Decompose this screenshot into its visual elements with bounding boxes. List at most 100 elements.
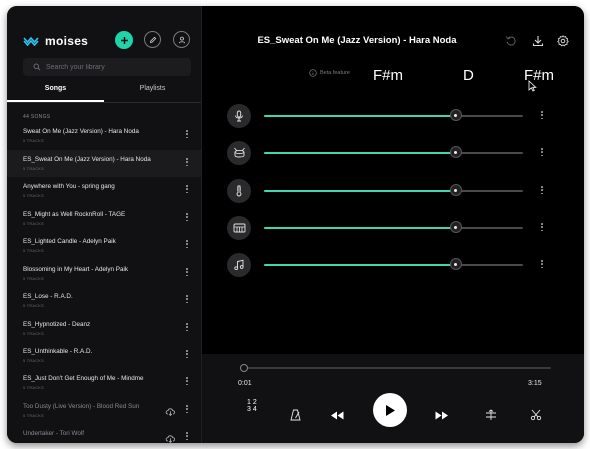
pencil-icon [149, 36, 156, 43]
track-row-bass [227, 179, 557, 205]
user-icon [178, 36, 185, 43]
more-options-icon[interactable] [185, 130, 189, 140]
rewind-icon[interactable] [330, 411, 344, 420]
search-input[interactable] [46, 63, 186, 71]
more-options-icon[interactable] [185, 432, 189, 442]
fast-forward-icon[interactable] [435, 411, 449, 420]
song-title: ES_Hypnotized - Deanz [23, 321, 91, 328]
more-options-icon[interactable] [185, 240, 189, 250]
plus-icon [120, 36, 128, 44]
more-options-icon[interactable] [540, 186, 544, 196]
pitch-adjust-icon[interactable] [485, 409, 497, 421]
volume-fill [264, 190, 456, 192]
volume-fill [264, 152, 456, 154]
bass-guitar-icon[interactable] [227, 179, 251, 203]
more-options-icon[interactable] [185, 323, 189, 333]
more-options-icon[interactable] [185, 213, 189, 223]
beta-feature-badge: Beta feature [309, 69, 350, 77]
info-icon [309, 69, 317, 77]
drum-icon[interactable] [227, 141, 251, 165]
song-count: 44 SONGS [23, 114, 51, 120]
song-list-item[interactable]: Sweat On Me (Jazz Version) - Hara Noda 5… [7, 122, 201, 149]
count-in-button[interactable]: 1 2 3 4 [247, 399, 257, 413]
song-title-heading: ES_Sweat On Me (Jazz Version) - Hara Nod… [257, 35, 457, 46]
count-in-top: 1 2 [247, 399, 257, 406]
song-list-item[interactable]: ES_Lighted Candle - Adelyn Paik 5 TRACKS [7, 232, 201, 259]
add-song-button[interactable] [115, 31, 133, 49]
song-track-count: 5 TRACKS [23, 249, 44, 253]
more-options-icon[interactable] [540, 111, 544, 121]
more-options-icon[interactable] [540, 223, 544, 233]
more-options-icon[interactable] [185, 185, 189, 195]
sidebar: moises Songs Playlists 44 SONGS Sweat On… [7, 6, 202, 443]
profile-button[interactable] [173, 31, 190, 48]
volume-knob[interactable] [449, 109, 462, 121]
more-options-icon[interactable] [540, 148, 544, 158]
chord-previous: F#m [373, 67, 403, 84]
metronome-icon[interactable] [289, 409, 302, 421]
song-list-item[interactable]: ES_Hypnotized - Deanz 5 TRACKS [7, 315, 201, 342]
edit-button[interactable] [144, 31, 161, 48]
more-options-icon[interactable] [540, 260, 544, 270]
piano-icon[interactable] [227, 216, 251, 240]
volume-slider[interactable] [264, 184, 523, 196]
more-options-icon[interactable] [185, 295, 189, 305]
cloud-download-icon[interactable] [165, 430, 176, 443]
volume-knob[interactable] [449, 146, 462, 158]
volume-slider[interactable] [264, 258, 523, 270]
song-list-item-not-downloaded[interactable]: Too Dusty (Live Version) - Blood Red Sun… [7, 397, 201, 424]
undo-icon[interactable] [505, 34, 517, 52]
song-track-count: 5 TRACKS [23, 194, 44, 198]
volume-knob[interactable] [449, 184, 462, 196]
moises-logo-icon [23, 36, 39, 46]
search-icon [33, 63, 41, 71]
more-options-icon[interactable] [185, 405, 189, 415]
track-row-drums [227, 141, 557, 167]
track-row-piano [227, 216, 557, 242]
player-main: ES_Sweat On Me (Jazz Version) - Hara Nod… [202, 6, 584, 443]
cloud-download-icon[interactable] [165, 403, 176, 421]
more-options-icon[interactable] [185, 158, 189, 168]
progress-bar[interactable] [239, 364, 551, 372]
play-button[interactable] [373, 393, 407, 427]
song-list-item-selected[interactable]: ES_Sweat On Me (Jazz Version) - Hara Nod… [7, 150, 201, 177]
song-title: Sweat On Me (Jazz Version) - Hara Noda [23, 128, 139, 135]
volume-fill [264, 115, 456, 117]
download-icon[interactable] [532, 34, 544, 52]
song-title: ES_Lighted Candle - Adelyn Paik [23, 238, 116, 245]
volume-slider[interactable] [264, 146, 523, 158]
song-list-item[interactable]: ES_Unthinkable - R.A.D. 5 TRACKS [7, 342, 201, 369]
song-list-item[interactable]: Blossoming in My Heart - Adelyn Paik 5 T… [7, 260, 201, 287]
tab-songs[interactable]: Songs [7, 80, 104, 102]
song-list-item-not-downloaded[interactable]: Undertaker - Tori Wolf [7, 424, 201, 443]
more-options-icon[interactable] [185, 268, 189, 278]
song-list-item[interactable]: Anywhere with You - spring gang 5 TRACKS [7, 177, 201, 204]
song-title: Undertaker - Tori Wolf [23, 430, 85, 437]
mouse-cursor-icon [528, 79, 537, 97]
song-list-item[interactable]: ES_Might as Well RocknRoll - TAGE 5 TRAC… [7, 205, 201, 232]
scissors-icon[interactable] [530, 409, 542, 421]
app-logo[interactable]: moises [23, 34, 88, 48]
microphone-icon[interactable] [227, 104, 251, 128]
current-time: 0:01 [238, 380, 252, 387]
settings-gear-icon[interactable] [557, 34, 569, 52]
song-list-item[interactable]: ES_Lose - R.A.D. 5 TRACKS [7, 287, 201, 314]
song-track-count: 5 TRACKS [23, 332, 44, 336]
volume-knob[interactable] [449, 258, 462, 270]
track-row-vocals [227, 104, 557, 130]
music-note-icon[interactable] [227, 253, 251, 277]
library-search[interactable] [23, 58, 191, 76]
more-options-icon[interactable] [185, 350, 189, 360]
song-title: ES_Lose - R.A.D. [23, 293, 73, 300]
progress-knob[interactable] [239, 364, 248, 372]
volume-knob[interactable] [449, 221, 462, 233]
song-title: ES_Just Don't Get Enough of Me - Mindme [23, 375, 144, 382]
volume-fill [264, 264, 456, 266]
volume-slider[interactable] [264, 221, 523, 233]
song-title: ES_Unthinkable - R.A.D. [23, 348, 93, 355]
more-options-icon[interactable] [185, 377, 189, 387]
app-window: moises Songs Playlists 44 SONGS Sweat On… [7, 6, 584, 443]
song-list-item[interactable]: ES_Just Don't Get Enough of Me - Mindme … [7, 369, 201, 396]
tab-playlists[interactable]: Playlists [104, 80, 201, 102]
volume-slider[interactable] [264, 109, 523, 121]
